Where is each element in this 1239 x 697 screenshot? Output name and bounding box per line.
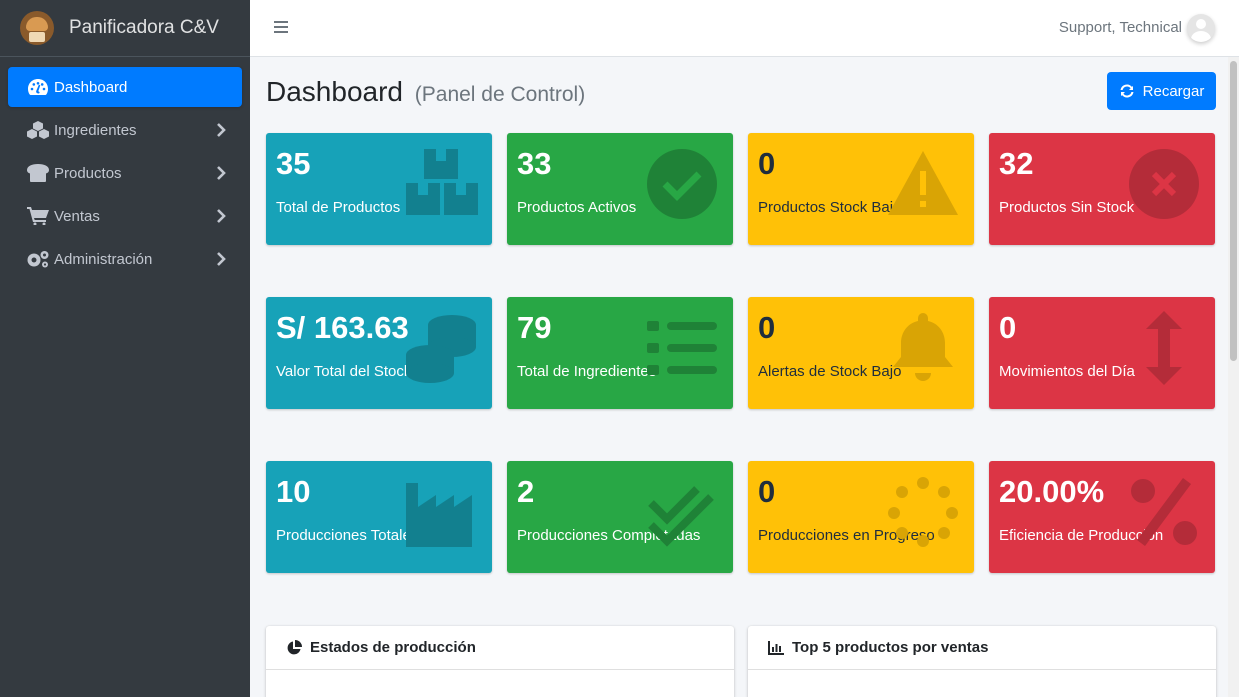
card-label: Valor Total del Stock	[276, 363, 412, 380]
chevron-right-icon	[216, 166, 226, 180]
card-alertas-stock-bajo: 0 Alertas de Stock Bajo	[748, 297, 974, 409]
page-subtitle: (Panel de Control)	[414, 83, 586, 106]
card-movimientos-dia: 0 Movimientos del Día	[989, 297, 1215, 409]
card-eficiencia-produccion: 20.00% Eficiencia de Producción	[989, 461, 1215, 573]
card-productos-activos: 33 Productos Activos	[507, 133, 733, 245]
top-navbar: Support, Technical	[250, 0, 1239, 57]
card-total-productos: 35 Total de Productos	[266, 133, 492, 245]
bar-chart-icon	[768, 640, 784, 655]
card-value: 35	[276, 146, 311, 181]
bread-icon	[26, 163, 50, 183]
chevron-right-icon	[216, 209, 226, 223]
card-value: 0	[999, 310, 1017, 345]
menu-toggle-icon[interactable]	[274, 21, 288, 35]
card-label: Productos Sin Stock	[999, 199, 1135, 216]
scrollbar-thumb[interactable]	[1230, 61, 1237, 361]
card-label: Alertas de Stock Bajo	[758, 363, 902, 380]
card-label: Productos Activos	[517, 199, 637, 216]
sidebar-item-ingredientes[interactable]: Ingredientes	[8, 110, 242, 150]
sidebar-item-label: Administración	[54, 250, 153, 268]
sidebar-item-dashboard[interactable]: Dashboard	[8, 67, 242, 107]
card-value: 0	[758, 474, 776, 509]
sidebar-item-label: Productos	[54, 164, 122, 182]
brand-link[interactable]: Panificadora C&V	[0, 0, 250, 57]
tachometer-icon	[26, 77, 50, 97]
industry-icon	[406, 483, 472, 547]
card-value: 33	[517, 146, 552, 181]
cogs-icon	[26, 249, 50, 269]
card-total-ingredientes: 79 Total de Ingredientes	[507, 297, 733, 409]
pie-chart-icon	[287, 639, 302, 654]
card-value: 2	[517, 474, 535, 509]
page-title-text: Dashboard	[266, 76, 403, 107]
panel-title: Estados de producción	[310, 639, 476, 656]
sidebar-item-label: Ingredientes	[54, 121, 137, 139]
brand-logo	[20, 11, 54, 45]
sidebar: Panificadora C&V Dashboard Ingredientes …	[0, 0, 250, 697]
cart-icon	[26, 206, 50, 226]
sidebar-item-administracion[interactable]: Administración	[8, 239, 242, 279]
card-value: 0	[758, 310, 776, 345]
brand-name: Panificadora C&V	[69, 17, 219, 38]
list-icon	[647, 321, 717, 375]
sidebar-item-label: Dashboard	[54, 78, 128, 96]
card-label: Movimientos del Día	[999, 363, 1135, 380]
times-circle-icon	[1129, 149, 1199, 219]
warning-triangle-icon	[888, 151, 958, 215]
card-productos-sin-stock: 32 Productos Sin Stock	[989, 133, 1215, 245]
card-label: Total de Ingredientes	[517, 363, 657, 380]
boxes-icon	[406, 149, 478, 215]
cubes-icon	[26, 120, 50, 140]
card-label: Productos Stock Bajo	[758, 199, 902, 216]
chevron-right-icon	[216, 252, 226, 266]
card-value: 32	[999, 146, 1034, 181]
sidebar-nav: Dashboard Ingredientes Productos Ventas	[0, 57, 250, 279]
spinner-icon	[888, 477, 958, 547]
coins-icon	[406, 315, 476, 383]
sidebar-item-productos[interactable]: Productos	[8, 153, 242, 193]
card-value: 10	[276, 474, 311, 509]
check-circle-icon	[647, 149, 717, 219]
card-productos-stock-bajo: 0 Productos Stock Bajo	[748, 133, 974, 245]
card-value: 0	[758, 146, 776, 181]
bell-icon	[893, 313, 953, 381]
avatar[interactable]	[1187, 14, 1215, 42]
sidebar-item-label: Ventas	[54, 207, 100, 225]
panel-estados-produccion: Estados de producción	[266, 626, 734, 697]
user-name[interactable]: Support, Technical	[1059, 19, 1182, 36]
card-label: Producciones Totales	[276, 527, 419, 544]
sidebar-item-ventas[interactable]: Ventas	[8, 196, 242, 236]
reload-button[interactable]: Recargar	[1107, 72, 1216, 110]
card-valor-total-stock: S/ 163.63 Valor Total del Stock	[266, 297, 492, 409]
card-producciones-completadas: 2 Producciones Completadas	[507, 461, 733, 573]
percent-icon	[1131, 478, 1197, 546]
panel-top-productos: Top 5 productos por ventas	[748, 626, 1216, 697]
chevron-right-icon	[216, 123, 226, 137]
card-label: Total de Productos	[276, 199, 401, 216]
card-producciones-progreso: 0 Producciones en Progreso	[748, 461, 974, 573]
arrows-vertical-icon	[1146, 311, 1182, 385]
card-value: 79	[517, 310, 552, 345]
reload-label: Recargar	[1142, 82, 1205, 100]
panel-header: Top 5 productos por ventas	[748, 626, 1216, 670]
double-check-icon	[648, 486, 714, 547]
page-title: Dashboard (Panel de Control)	[266, 76, 585, 108]
sync-icon	[1120, 84, 1134, 98]
panel-title: Top 5 productos por ventas	[792, 639, 989, 656]
card-value: S/ 163.63	[276, 310, 409, 345]
card-producciones-totales: 10 Producciones Totales	[266, 461, 492, 573]
panel-header: Estados de producción	[266, 626, 734, 670]
scrollbar[interactable]	[1228, 57, 1239, 697]
card-value: 20.00%	[999, 474, 1105, 509]
